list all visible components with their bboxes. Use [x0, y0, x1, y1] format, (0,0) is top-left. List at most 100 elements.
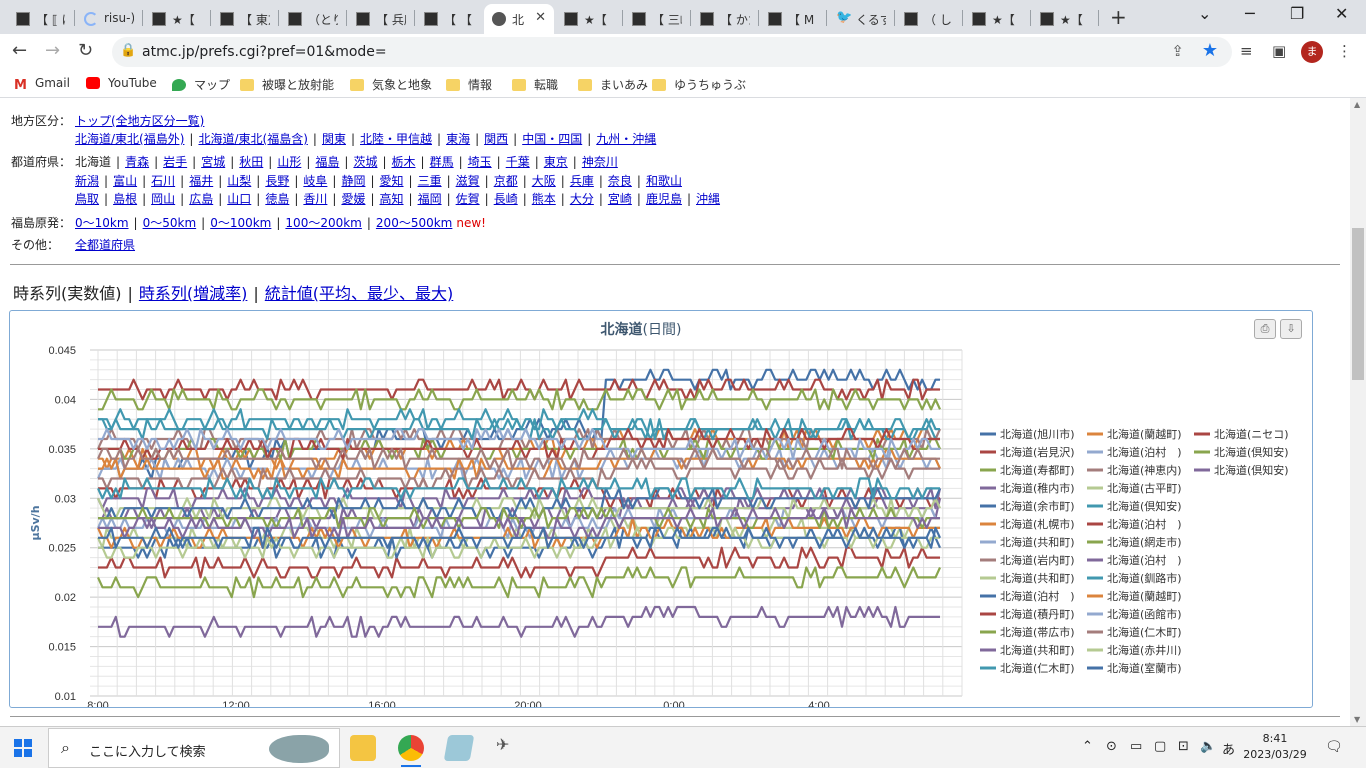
close-tab-icon[interactable]: ✕	[535, 10, 546, 25]
taskbar-search-box[interactable]: ⌕ ここに入力して検索	[48, 728, 340, 768]
prefecture-link[interactable]: 愛知	[380, 174, 404, 188]
tab-2[interactable]: risu-)	[76, 4, 142, 34]
prefecture-link[interactable]: 栃木	[392, 155, 416, 169]
volume-icon[interactable]: 🔈	[1200, 739, 1216, 754]
region-link[interactable]: 北海道/東北(福島含)	[198, 132, 307, 146]
bookmark-item[interactable]: M Gmail	[14, 76, 70, 93]
prefecture-link[interactable]: 香川	[303, 192, 327, 206]
prefecture-link[interactable]: 島根	[113, 192, 137, 206]
prefecture-link[interactable]: 京都	[494, 174, 518, 188]
region-link[interactable]: 関東	[322, 132, 346, 146]
prefecture-link[interactable]: 広島	[189, 192, 213, 206]
scroll-down-icon[interactable]: ▼	[1354, 715, 1360, 724]
mode-timeseries-rate-link[interactable]: 時系列(増減率)	[139, 284, 248, 303]
scroll-up-icon[interactable]: ▲	[1354, 100, 1360, 109]
prefecture-link[interactable]: 三重	[418, 174, 442, 188]
scrollbar-thumb[interactable]	[1352, 228, 1364, 380]
prefecture-link[interactable]: 和歌山	[646, 174, 682, 188]
back-icon[interactable]: ←	[12, 40, 27, 61]
tab-14[interactable]: （ し	[896, 4, 962, 34]
address-bar[interactable]: 🔒 atmc.jp/prefs.cgi?pref=01&mode= ⇪ ★	[112, 37, 1232, 67]
fukushima-distance-link[interactable]: 0～10km	[75, 216, 129, 230]
url-text[interactable]: atmc.jp/prefs.cgi?pref=01&mode=	[142, 44, 387, 60]
prefecture-link[interactable]: 山口	[227, 192, 251, 206]
tab-11[interactable]: 【 かた	[692, 4, 758, 34]
region-link[interactable]: 北陸・甲信越	[360, 132, 432, 146]
prefecture-link[interactable]: 秋田	[239, 155, 263, 169]
tab-search-icon[interactable]: ⌄	[1198, 4, 1211, 23]
search-highlight-image[interactable]	[269, 735, 329, 763]
prefecture-link[interactable]: 長崎	[494, 192, 518, 206]
prefecture-link[interactable]: 高知	[380, 192, 404, 206]
prefecture-link[interactable]: 山形	[277, 155, 301, 169]
share-icon[interactable]: ⇪	[1171, 42, 1184, 60]
region-link[interactable]: トップ(全地方区分一覧)	[75, 114, 204, 128]
tab-13[interactable]: 🐦 くるす	[828, 4, 894, 34]
restore-button[interactable]: ❐	[1290, 4, 1304, 23]
prefecture-link[interactable]: 岡山	[151, 192, 175, 206]
tab-4[interactable]: 【 東京	[212, 4, 278, 34]
search-placeholder[interactable]: ここに入力して検索	[89, 741, 206, 760]
bookmark-item[interactable]: まいあみ	[578, 76, 648, 93]
prefecture-link[interactable]: 佐賀	[456, 192, 480, 206]
media-icon[interactable]: ≡	[1240, 42, 1253, 60]
other-link[interactable]: 全都道府県	[75, 238, 135, 252]
prefecture-link[interactable]: 新潟	[75, 174, 99, 188]
battery-icon[interactable]: ▭	[1130, 739, 1142, 754]
tab-7[interactable]: 【 【 裏	[416, 4, 482, 34]
prefecture-link[interactable]: 石川	[151, 174, 175, 188]
tab-12[interactable]: 【 M	[760, 4, 826, 34]
bookmark-item[interactable]: 転職	[512, 76, 558, 93]
mode-statistics-link[interactable]: 統計値(平均、最少、最大)	[265, 284, 454, 303]
prefecture-link[interactable]: 神奈川	[582, 155, 618, 169]
prefecture-link[interactable]: 東京	[544, 155, 568, 169]
bookmark-star-icon[interactable]: ★	[1202, 40, 1218, 61]
tab-16[interactable]: ★【	[1032, 4, 1098, 34]
prefecture-link[interactable]: 富山	[113, 174, 137, 188]
prefecture-link[interactable]: 奈良	[608, 174, 632, 188]
tab-10[interactable]: 【 三峰	[624, 4, 690, 34]
prefecture-link[interactable]: 宮崎	[608, 192, 632, 206]
meet-icon[interactable]: ⊙	[1106, 739, 1117, 754]
fukushima-distance-link[interactable]: 200～500km	[376, 216, 452, 230]
tab-9[interactable]: ★【	[556, 4, 622, 34]
region-link[interactable]: 九州・沖縄	[596, 132, 656, 146]
airplane-app-icon[interactable]: ✈	[496, 735, 522, 761]
prefecture-link[interactable]: 福岡	[418, 192, 442, 206]
prefecture-link[interactable]: 千葉	[506, 155, 530, 169]
close-window-button[interactable]: ✕	[1335, 4, 1348, 23]
notification-icon[interactable]: 🗨	[1325, 739, 1343, 755]
fukushima-distance-link[interactable]: 100～200km	[285, 216, 361, 230]
windows-start-icon[interactable]	[14, 739, 32, 757]
bookmark-item[interactable]: 気象と地象	[350, 76, 432, 93]
prefecture-link[interactable]: 大阪	[532, 174, 556, 188]
menu-icon[interactable]: ⋮	[1337, 42, 1352, 60]
network-icon[interactable]: ⊡	[1178, 739, 1189, 754]
prefecture-link[interactable]: 鳥取	[75, 192, 99, 206]
fukushima-distance-link[interactable]: 0～50km	[143, 216, 197, 230]
bookmark-item[interactable]: 情報	[446, 76, 492, 93]
prefecture-link[interactable]: 大分	[570, 192, 594, 206]
avatar[interactable]: ま	[1301, 41, 1323, 63]
region-link[interactable]: 北海道/東北(福島外)	[75, 132, 184, 146]
page-scrollbar[interactable]: ▲ ▼	[1350, 98, 1366, 726]
lock-icon[interactable]: 🔒	[120, 43, 136, 58]
prefecture-link[interactable]: 宮城	[201, 155, 225, 169]
prefecture-link[interactable]: 滋賀	[456, 174, 480, 188]
file-explorer-icon[interactable]	[350, 735, 376, 761]
clock[interactable]: 8:41 2023/03/29	[1240, 731, 1310, 763]
bookmark-item[interactable]: YouTube	[86, 76, 157, 90]
ime-indicator[interactable]: あ	[1222, 739, 1235, 758]
prefecture-link[interactable]: 鹿児島	[646, 192, 682, 206]
region-link[interactable]: 中国・四国	[522, 132, 582, 146]
tab-8[interactable]: 北 ✕	[484, 4, 554, 34]
tab-5[interactable]: （とり	[280, 4, 346, 34]
chevron-up-icon[interactable]: ⌃	[1082, 739, 1093, 754]
display-icon[interactable]: ▢	[1154, 739, 1166, 754]
tab-1[interactable]: 【 ⟦ は	[8, 4, 74, 34]
minimize-button[interactable]: ─	[1245, 4, 1255, 23]
forward-icon[interactable]: →	[45, 40, 60, 61]
prefecture-link[interactable]: 福井	[189, 174, 213, 188]
prefecture-link[interactable]: 兵庫	[570, 174, 594, 188]
prefecture-link[interactable]: 長野	[265, 174, 289, 188]
